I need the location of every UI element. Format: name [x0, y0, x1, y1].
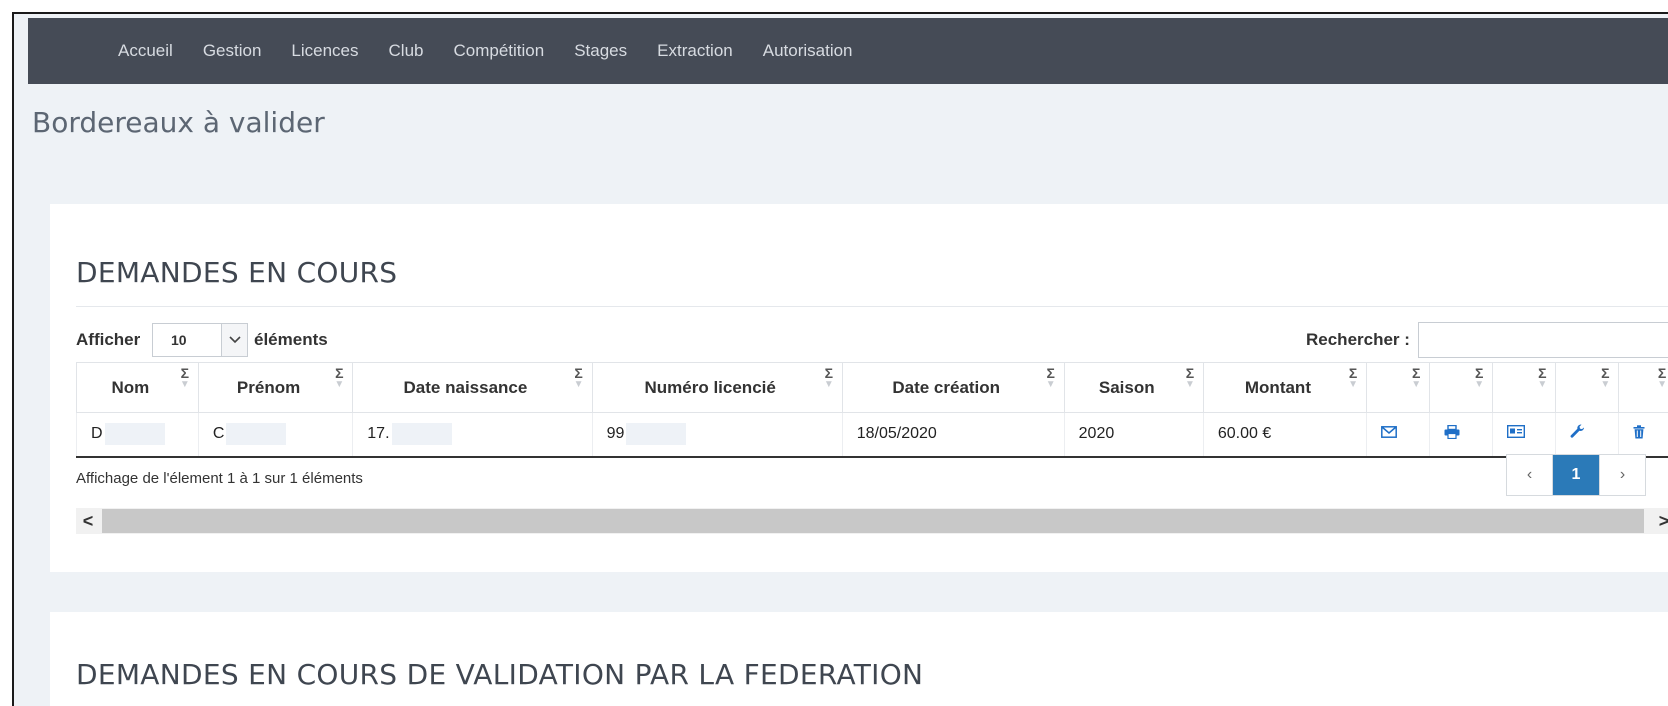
sort-icon: Σ ▼	[1537, 365, 1548, 390]
column-header-label: Montant	[1244, 377, 1311, 397]
top-navbar: Accueil Gestion Licences Club Compétitio…	[28, 18, 1668, 84]
scroll-right-arrow[interactable]: >	[1652, 508, 1668, 534]
cell-action-delete	[1618, 412, 1668, 458]
cell-action-card	[1492, 412, 1557, 458]
scroll-left-arrow[interactable]: <	[76, 508, 100, 534]
print-icon[interactable]	[1444, 424, 1460, 444]
column-header-label: Prénom	[236, 377, 301, 397]
column-header-label: Date création	[892, 377, 1001, 397]
federation-validation-panel: DEMANDES EN COURS DE VALIDATION PAR LA F…	[50, 612, 1668, 706]
sort-icon: Σ ▼	[1348, 365, 1359, 390]
redacted-block	[391, 423, 452, 446]
redacted-block	[626, 423, 687, 446]
cell-text: D	[91, 425, 103, 443]
nav-item-competition[interactable]: Compétition	[453, 41, 544, 61]
envelope-icon[interactable]	[1381, 425, 1397, 443]
sort-icon: Σ ▼	[179, 365, 190, 390]
sort-icon: Σ ▼	[1474, 365, 1485, 390]
cell-nom: D	[76, 412, 199, 458]
chevron-down-icon[interactable]	[221, 324, 247, 356]
sort-icon: Σ ▼	[573, 365, 584, 390]
sort-icon: Σ ▼	[1045, 365, 1056, 390]
trash-icon[interactable]	[1633, 425, 1645, 444]
next-page-button[interactable]: ›	[1599, 455, 1645, 495]
page-1-button[interactable]: 1	[1553, 455, 1599, 495]
table-controls: Afficher 10 éléments Rechercher :	[76, 320, 1668, 360]
cell-numero-licencie: 99	[592, 412, 843, 458]
column-header-label: Date naissance	[403, 377, 528, 397]
nav-item-autorisation[interactable]: Autorisation	[763, 41, 853, 61]
column-header-montant[interactable]: Montant Σ ▼	[1203, 362, 1368, 413]
sort-icon: Σ ▼	[334, 365, 345, 390]
column-header-action-1[interactable]: Σ ▼	[1366, 362, 1431, 413]
column-header-action-5[interactable]: Σ ▼	[1618, 362, 1668, 413]
nav-item-accueil[interactable]: Accueil	[118, 41, 173, 61]
show-entries-suffix: éléments	[254, 330, 328, 349]
column-header-label: Saison	[1098, 377, 1155, 397]
sort-icon: Σ ▼	[1184, 365, 1195, 390]
nav-item-stages[interactable]: Stages	[574, 41, 627, 61]
page-length-select[interactable]: 10	[152, 323, 248, 357]
nav-item-club[interactable]: Club	[389, 41, 424, 61]
nav-item-licences[interactable]: Licences	[291, 41, 358, 61]
column-header-action-3[interactable]: Σ ▼	[1492, 362, 1557, 413]
column-header-prenom[interactable]: Prénom Σ ▼	[198, 362, 354, 413]
scrollbar-thumb[interactable]	[102, 509, 1644, 533]
pagination: ‹ 1 ›	[1506, 454, 1646, 496]
cell-text: 99	[606, 425, 625, 443]
cell-action-edit	[1555, 412, 1620, 458]
cell-text: 17.	[367, 425, 390, 443]
wrench-icon[interactable]	[1570, 424, 1585, 444]
panel-title: DEMANDES EN COURS DE VALIDATION PAR LA F…	[76, 658, 924, 691]
redacted-block	[104, 423, 165, 446]
show-entries-label: Afficher	[76, 330, 141, 349]
requests-table: Nom Σ ▼ Prénom Σ ▼ Date naissance Σ ▼ Numéro l…	[76, 362, 1668, 458]
sort-icon: Σ ▼	[1600, 365, 1611, 390]
page-length-value: 10	[171, 332, 187, 348]
column-header-label: Nom	[111, 377, 150, 397]
page-title: Bordereaux à valider	[32, 106, 325, 139]
panel-title: DEMANDES EN COURS	[76, 256, 398, 289]
column-header-action-4[interactable]: Σ ▼	[1555, 362, 1620, 413]
column-header-date-naissance[interactable]: Date naissance Σ ▼	[352, 362, 593, 413]
sort-icon: Σ ▼	[1411, 365, 1422, 390]
table-row: D C 17. 99 18/05/2020 2020 60.00 €	[76, 412, 1668, 458]
cell-saison: 2020	[1064, 412, 1204, 458]
search-input[interactable]	[1418, 322, 1668, 358]
column-header-numero-licencie[interactable]: Numéro licencié Σ ▼	[592, 362, 843, 413]
column-header-date-creation[interactable]: Date création Σ ▼	[842, 362, 1065, 413]
pending-requests-panel: DEMANDES EN COURS Afficher 10 éléments R…	[50, 204, 1668, 572]
cell-text: C	[212, 425, 225, 443]
column-header-saison[interactable]: Saison Σ ▼	[1064, 362, 1204, 413]
cell-date-creation: 18/05/2020	[842, 412, 1065, 458]
cell-date-naissance: 17.	[352, 412, 593, 458]
id-card-icon[interactable]	[1507, 425, 1526, 443]
cell-montant: 60.00 €	[1203, 412, 1368, 458]
table-header-row: Nom Σ ▼ Prénom Σ ▼ Date naissance Σ ▼ Numéro l…	[76, 362, 1668, 413]
nav-item-gestion[interactable]: Gestion	[203, 41, 262, 61]
cell-action-mail	[1366, 412, 1431, 458]
sort-icon: Σ ▼	[1657, 365, 1667, 390]
search-label: Rechercher :	[1306, 330, 1410, 349]
sort-icon: Σ ▼	[823, 365, 834, 390]
column-header-nom[interactable]: Nom Σ ▼	[76, 362, 199, 413]
redacted-block	[226, 423, 287, 446]
horizontal-scrollbar[interactable]: < >	[76, 508, 1668, 534]
column-header-label: Numéro licencié	[644, 377, 776, 397]
previous-page-button[interactable]: ‹	[1507, 455, 1553, 495]
requests-table-wrap: Nom Σ ▼ Prénom Σ ▼ Date naissance Σ ▼ Numéro l…	[76, 362, 1668, 458]
table-info-text: Affichage de l'élement 1 à 1 sur 1 éléme…	[76, 470, 363, 487]
nav-item-extraction[interactable]: Extraction	[657, 41, 733, 61]
cell-prenom: C	[198, 412, 354, 458]
page-frame: Accueil Gestion Licences Club Compétitio…	[12, 12, 1668, 706]
panel-divider	[76, 306, 1668, 307]
cell-action-print	[1429, 412, 1494, 458]
column-header-action-2[interactable]: Σ ▼	[1429, 362, 1494, 413]
